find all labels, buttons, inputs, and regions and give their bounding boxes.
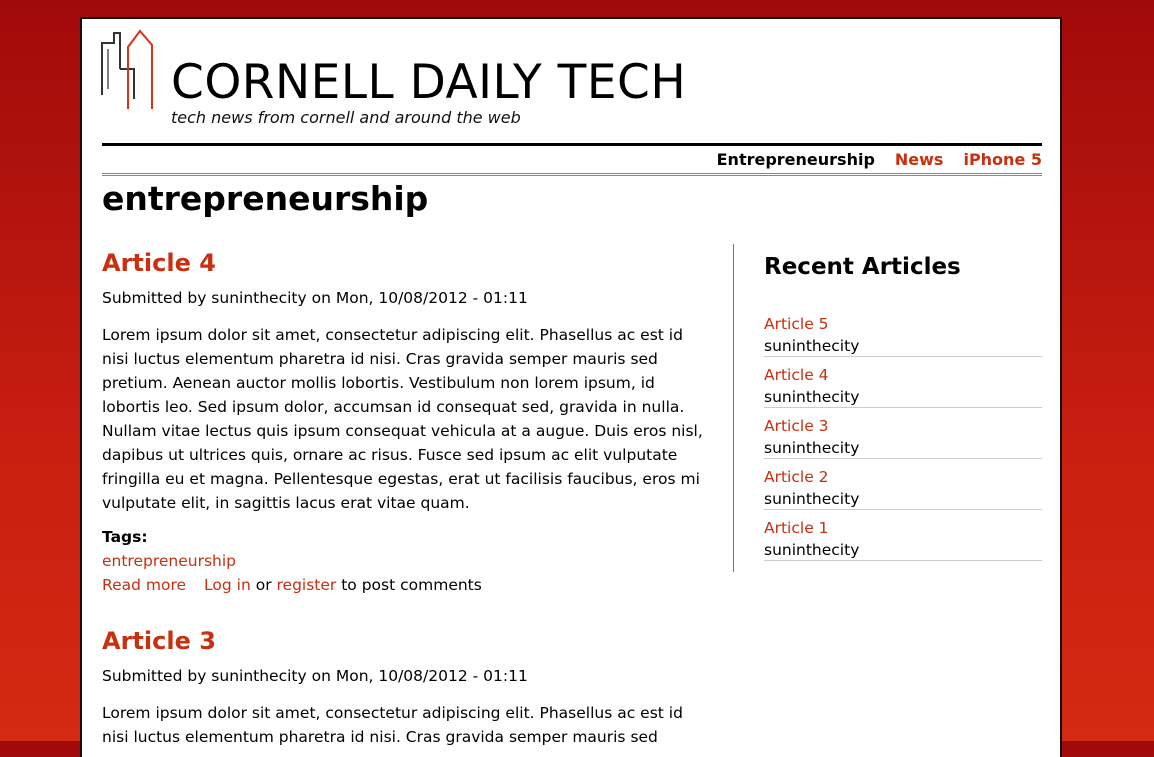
nav-item-iphone5[interactable]: iPhone 5 bbox=[963, 150, 1042, 169]
recent-article-item: Article 3 suninthecity bbox=[764, 413, 1042, 459]
recent-article-author: suninthecity bbox=[764, 541, 860, 559]
recent-article-item: Article 1 suninthecity bbox=[764, 515, 1042, 561]
nav-item-entrepreneurship[interactable]: Entrepreneurship bbox=[717, 150, 875, 169]
recent-article-author: suninthecity bbox=[764, 337, 860, 355]
article-title-link[interactable]: Article 4 bbox=[102, 247, 707, 279]
recent-article-item: Article 2 suninthecity bbox=[764, 464, 1042, 510]
post-comments-text: to post comments bbox=[341, 576, 482, 594]
recent-article-link[interactable]: Article 2 bbox=[764, 466, 1042, 488]
building-skyline-icon[interactable] bbox=[100, 29, 156, 111]
register-link[interactable]: register bbox=[277, 576, 337, 594]
recent-article-link[interactable]: Article 3 bbox=[764, 415, 1042, 437]
recent-article-link[interactable]: Article 5 bbox=[764, 313, 1042, 335]
login-link[interactable]: Log in bbox=[204, 576, 251, 594]
main-nav: Entrepreneurship News iPhone 5 bbox=[717, 150, 1042, 169]
article-links: Read more Log in or register to post comm… bbox=[102, 573, 707, 597]
recent-article-author: suninthecity bbox=[764, 490, 860, 508]
site-slogan: tech news from cornell and around the we… bbox=[171, 108, 521, 127]
article-title-link[interactable]: Article 3 bbox=[102, 625, 707, 657]
recent-article-author: suninthecity bbox=[764, 439, 860, 457]
nav-divider-bottom bbox=[102, 173, 1042, 176]
recent-article-link[interactable]: Article 4 bbox=[764, 364, 1042, 386]
recent-article-author: suninthecity bbox=[764, 388, 860, 406]
page-title: entrepreneurship bbox=[102, 179, 429, 218]
article-teaser: Article 4 Submitted by suninthecity on M… bbox=[102, 247, 707, 597]
tag-link-entrepreneurship[interactable]: entrepreneurship bbox=[102, 552, 236, 570]
article-body: Lorem ipsum dolor sit amet, consectetur … bbox=[102, 326, 703, 512]
recent-articles-title: Recent Articles bbox=[764, 254, 961, 280]
recent-articles-block: Recent Articles Article 5 suninthecity A… bbox=[764, 251, 1042, 566]
recent-article-item: Article 4 suninthecity bbox=[764, 362, 1042, 408]
article-submitted: Submitted by suninthecity on Mon, 10/08/… bbox=[102, 667, 528, 685]
recent-article-item: Article 5 suninthecity bbox=[764, 311, 1042, 357]
article-body: Lorem ipsum dolor sit amet, consectetur … bbox=[102, 704, 683, 746]
nav-item-news[interactable]: News bbox=[895, 150, 944, 169]
or-text: or bbox=[255, 576, 272, 594]
recent-article-link[interactable]: Article 1 bbox=[764, 517, 1042, 539]
read-more-link[interactable]: Read more bbox=[102, 576, 186, 594]
sidebar-divider bbox=[733, 244, 734, 572]
main-content: Article 4 Submitted by suninthecity on M… bbox=[102, 247, 707, 757]
nav-divider-top bbox=[102, 143, 1042, 146]
article-teaser: Article 3 Submitted by suninthecity on M… bbox=[102, 625, 707, 749]
site-name[interactable]: CORNELL DAILY TECH bbox=[171, 53, 686, 113]
page-container: CORNELL DAILY TECH tech news from cornel… bbox=[80, 17, 1062, 757]
article-submitted: Submitted by suninthecity on Mon, 10/08/… bbox=[102, 289, 528, 307]
tags-label: Tags: bbox=[102, 528, 148, 546]
